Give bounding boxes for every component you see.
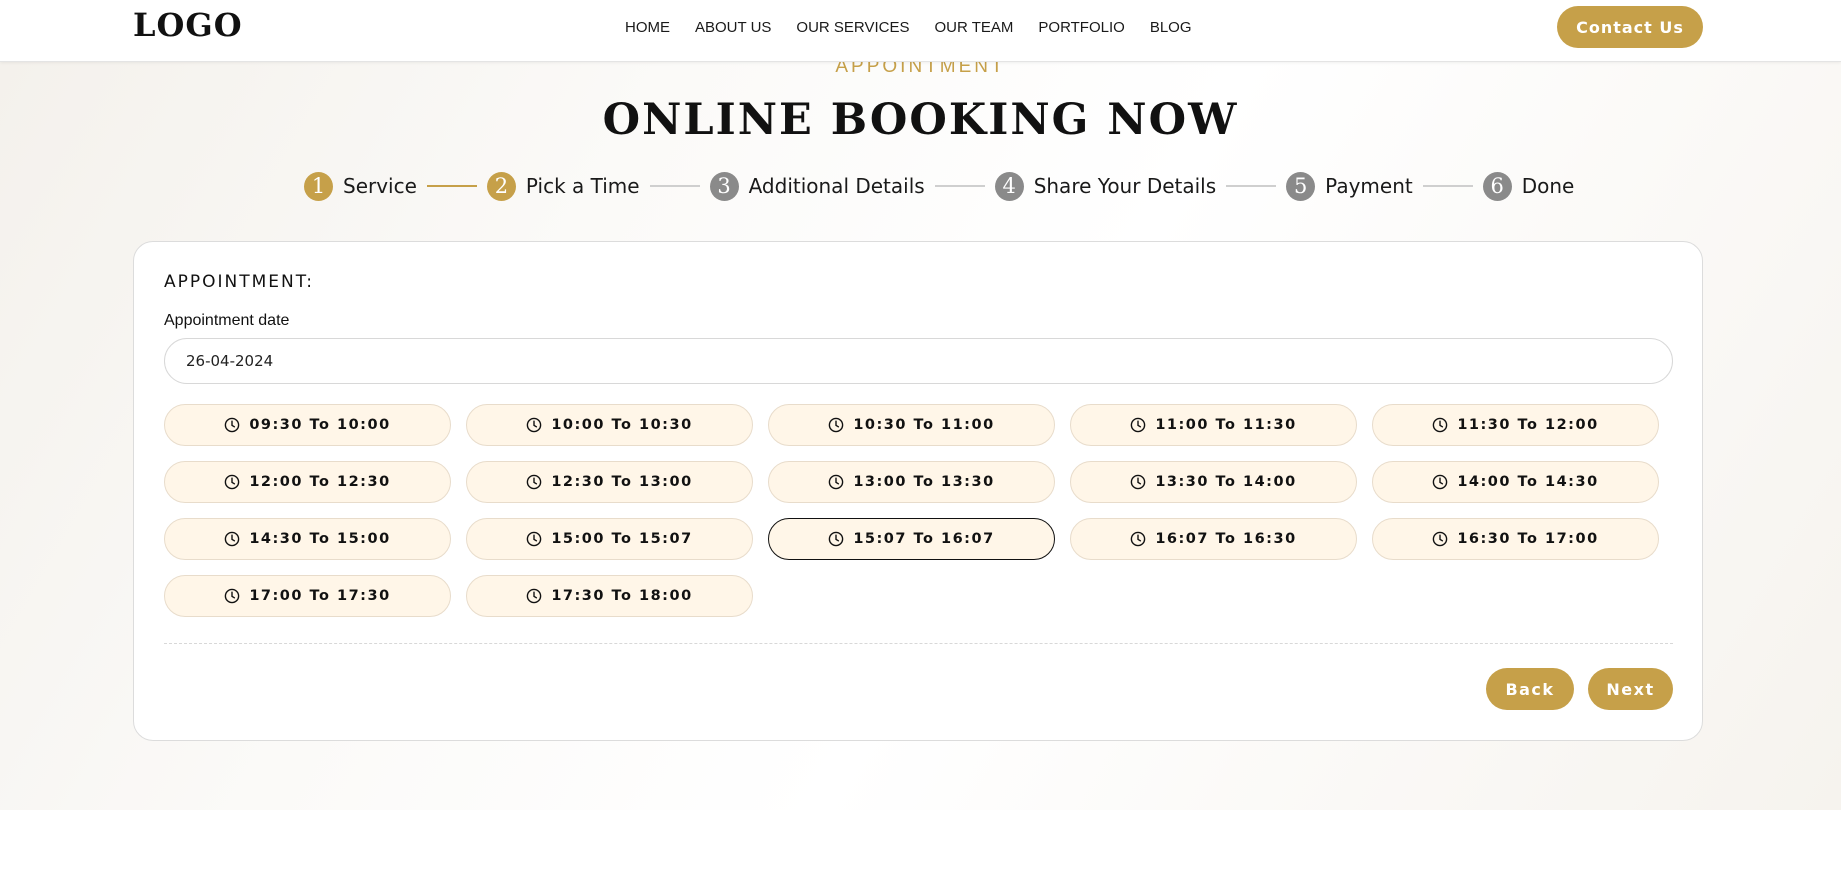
step-label: Share Your Details (1033, 174, 1217, 198)
step-number: 3 (709, 171, 739, 201)
time-slot-button[interactable]: 11:00 To 11:30 (1070, 404, 1357, 446)
time-slot-label: 17:30 To 18:00 (551, 588, 693, 604)
time-slot-button[interactable]: 13:30 To 14:00 (1070, 461, 1357, 503)
time-slot-label: 09:30 To 10:00 (249, 417, 391, 433)
time-slot-label: 11:00 To 11:30 (1155, 417, 1297, 433)
time-slot-label: 10:00 To 10:30 (551, 417, 693, 433)
nav-portfolio[interactable]: PORTFOLIO (1038, 19, 1124, 37)
clock-icon (828, 474, 853, 490)
clock-icon (1130, 474, 1155, 490)
time-slot-button[interactable]: 09:30 To 10:00 (164, 404, 451, 446)
booking-stepper: 1 Service 2 Pick a Time 3 Additional Details 4… (304, 171, 1574, 201)
clock-icon (1432, 417, 1457, 433)
step-connector (1226, 185, 1277, 187)
step-label: Pick a Time (525, 174, 640, 198)
step-number: 2 (486, 171, 516, 201)
time-slot-label: 12:00 To 12:30 (249, 474, 391, 490)
nav-our-services[interactable]: OUR SERVICES (796, 19, 909, 37)
time-slot-label: 17:00 To 17:30 (249, 588, 391, 604)
clock-icon (828, 417, 853, 433)
time-slot-button[interactable]: 12:00 To 12:30 (164, 461, 451, 503)
time-slot-button[interactable]: 12:30 To 13:00 (466, 461, 753, 503)
step-connector (649, 185, 700, 187)
clock-icon (828, 531, 853, 547)
time-slot-label: 13:00 To 13:30 (853, 474, 995, 490)
clock-icon (1432, 474, 1457, 490)
time-slot-button[interactable]: 15:00 To 15:07 (466, 518, 753, 560)
step-1: 1 Service (304, 171, 417, 201)
time-slot-button[interactable]: 10:30 To 11:00 (768, 404, 1055, 446)
nav-our-team[interactable]: OUR TEAM (935, 19, 1014, 37)
time-slot-button[interactable]: 14:00 To 14:30 (1372, 461, 1659, 503)
clock-icon (224, 417, 249, 433)
time-slot-label: 11:30 To 12:00 (1457, 417, 1599, 433)
step-number: 5 (1286, 171, 1316, 201)
step-number: 6 (1482, 171, 1512, 201)
clock-icon (224, 474, 249, 490)
step-5: 5 Payment (1286, 171, 1413, 201)
clock-icon (1130, 417, 1155, 433)
time-slot-button[interactable]: 17:00 To 17:30 (164, 575, 451, 617)
time-slot-label: 16:07 To 16:30 (1155, 531, 1297, 547)
back-button[interactable]: Back (1486, 668, 1574, 710)
appointment-heading: APPOINTMENT: (164, 272, 314, 292)
clock-icon (224, 588, 249, 604)
step-2: 2 Pick a Time (486, 171, 640, 201)
step-number: 1 (304, 171, 333, 201)
step-label: Service (343, 174, 417, 198)
step-connector (934, 185, 985, 187)
page-title: ONLINE BOOKING NOW (602, 95, 1239, 145)
step-number: 4 (994, 171, 1024, 201)
step-connector (1422, 185, 1473, 187)
contact-us-button[interactable]: Contact Us (1557, 6, 1703, 48)
clock-icon (1130, 531, 1155, 547)
nav-about-us[interactable]: ABOUT US (695, 19, 771, 37)
time-slot-label: 14:30 To 15:00 (249, 531, 391, 547)
logo[interactable]: LOGO (133, 6, 243, 44)
appointment-card: APPOINTMENT: Appointment date 09:30 To 1… (133, 241, 1703, 741)
time-slot-button[interactable]: 17:30 To 18:00 (466, 575, 753, 617)
time-slot-label: 16:30 To 17:00 (1457, 531, 1599, 547)
time-slot-label: 14:00 To 14:30 (1457, 474, 1599, 490)
time-slot-label: 12:30 To 13:00 (551, 474, 693, 490)
step-4: 4 Share Your Details (994, 171, 1217, 201)
main-nav: HOME ABOUT US OUR SERVICES OUR TEAM PORT… (625, 19, 1217, 37)
site-header: LOGO HOME ABOUT US OUR SERVICES OUR TEAM… (0, 0, 1841, 62)
appointment-date-input[interactable] (164, 338, 1673, 384)
time-slot-button[interactable]: 16:07 To 16:30 (1070, 518, 1357, 560)
step-connector (426, 185, 477, 187)
nav-home[interactable]: HOME (625, 19, 670, 37)
time-slot-label: 15:00 To 15:07 (551, 531, 693, 547)
time-slot-label: 15:07 To 16:07 (853, 531, 995, 547)
step-3: 3 Additional Details (709, 171, 925, 201)
clock-icon (526, 531, 551, 547)
time-slot-button[interactable]: 13:00 To 13:30 (768, 461, 1055, 503)
appointment-date-label: Appointment date (164, 312, 290, 329)
divider (164, 643, 1673, 644)
step-label: Payment (1325, 174, 1413, 198)
time-slot-label: 10:30 To 11:00 (853, 417, 995, 433)
time-slot-button[interactable]: 16:30 To 17:00 (1372, 518, 1659, 560)
step-6: 6 Done (1482, 171, 1575, 201)
clock-icon (1432, 531, 1457, 547)
time-slot-grid: 09:30 To 10:00 10:00 To 10:30 10:30 To 11:… (164, 404, 1674, 617)
clock-icon (526, 474, 551, 490)
next-button[interactable]: Next (1588, 668, 1673, 710)
nav-blog[interactable]: BLOG (1150, 19, 1192, 37)
step-label: Additional Details (748, 174, 925, 198)
time-slot-button[interactable]: 15:07 To 16:07 (768, 518, 1055, 560)
step-label: Done (1521, 174, 1575, 198)
time-slot-button[interactable]: 11:30 To 12:00 (1372, 404, 1659, 446)
clock-icon (526, 588, 551, 604)
clock-icon (224, 531, 249, 547)
time-slot-button[interactable]: 10:00 To 10:30 (466, 404, 753, 446)
time-slot-button[interactable]: 14:30 To 15:00 (164, 518, 451, 560)
time-slot-label: 13:30 To 14:00 (1155, 474, 1297, 490)
clock-icon (526, 417, 551, 433)
